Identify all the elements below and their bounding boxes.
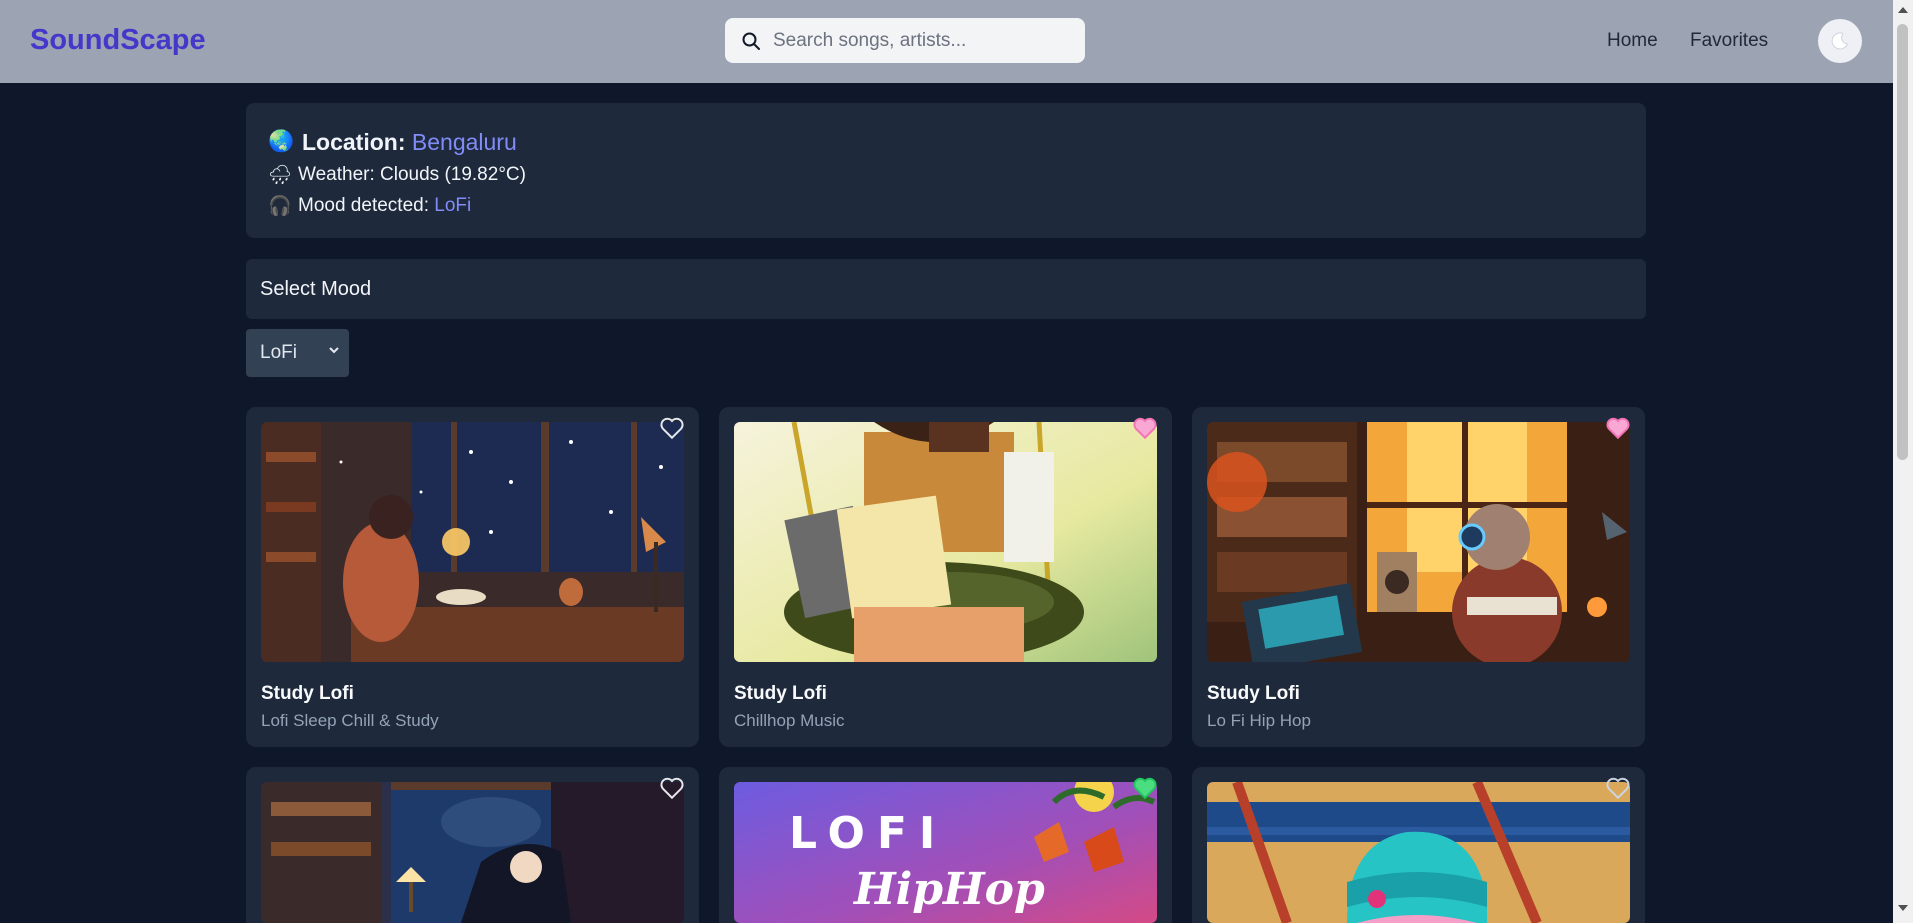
album-art-lofi-hiphop[interactable]: LOFI HipHop bbox=[734, 782, 1157, 923]
mood-dropdown-value: LoFi bbox=[260, 342, 297, 363]
location-value: Bengaluru bbox=[411, 128, 517, 155]
song-title: Study Lofi bbox=[261, 683, 354, 704]
search-icon bbox=[742, 32, 760, 50]
mood-line: 🎧 Mood detected: LoFi bbox=[268, 190, 1624, 221]
weather-text: Weather: Clouds (19.82°C) bbox=[298, 163, 526, 185]
album-art-night-study[interactable] bbox=[261, 782, 684, 923]
location-label: Location: bbox=[302, 128, 406, 155]
scroll-thumb[interactable] bbox=[1897, 24, 1908, 460]
favorite-heart-icon[interactable] bbox=[1605, 416, 1631, 440]
globe-icon: 🌏 bbox=[268, 130, 295, 153]
song-artist: Lofi Sleep Chill & Study bbox=[261, 711, 439, 730]
song-card[interactable]: LOFI HipHop bbox=[719, 767, 1172, 923]
mood-label: Mood detected: bbox=[298, 194, 429, 216]
select-mood-heading: Select Mood bbox=[246, 259, 1646, 319]
song-card[interactable] bbox=[246, 767, 699, 923]
mood-dropdown[interactable]: LoFi bbox=[246, 329, 349, 377]
nav-home-link[interactable]: Home bbox=[1607, 30, 1658, 52]
scroll-down-arrow[interactable] bbox=[1898, 905, 1908, 911]
weather-line: 🌧 Weather: Clouds (19.82°C) bbox=[268, 159, 1624, 190]
song-artist: Chillhop Music bbox=[734, 711, 845, 730]
album-art-beanie-swing[interactable] bbox=[1207, 782, 1630, 923]
song-title: Study Lofi bbox=[734, 683, 827, 704]
theme-toggle-button[interactable] bbox=[1818, 19, 1862, 63]
mood-value: LoFi bbox=[434, 194, 472, 216]
song-card[interactable]: Study Lofi Chillhop Music bbox=[719, 407, 1172, 747]
song-card[interactable] bbox=[1192, 767, 1645, 923]
album-art-autumn-headphones[interactable] bbox=[1207, 422, 1630, 662]
search-box[interactable] bbox=[725, 18, 1085, 63]
scroll-up-arrow[interactable] bbox=[1898, 7, 1908, 13]
favorite-heart-icon[interactable] bbox=[1132, 776, 1158, 800]
headphones-icon: 🎧 bbox=[268, 195, 292, 217]
album-art-text-lofi: LOFI bbox=[789, 808, 948, 859]
song-title: Study Lofi bbox=[1207, 683, 1300, 704]
context-info-card: 🌏 Location: Bengaluru 🌧 Weather: Clouds … bbox=[246, 103, 1646, 238]
chevron-down-icon bbox=[329, 347, 339, 354]
album-art-text-hiphop: HipHop bbox=[854, 864, 1045, 915]
album-art-study-night[interactable] bbox=[261, 422, 684, 662]
brand-logo[interactable]: SoundScape bbox=[30, 24, 206, 57]
moon-icon bbox=[1831, 32, 1849, 50]
favorite-heart-icon[interactable] bbox=[659, 416, 685, 440]
search-input[interactable] bbox=[773, 29, 1073, 52]
favorite-heart-icon[interactable] bbox=[1132, 416, 1158, 440]
favorite-heart-icon[interactable] bbox=[659, 776, 685, 800]
location-line: 🌏 Location: Bengaluru bbox=[268, 125, 1624, 159]
top-navbar: SoundScape Home Favorites bbox=[0, 0, 1893, 83]
song-artist: Lo Fi Hip Hop bbox=[1207, 711, 1311, 730]
album-art-swing-reader[interactable] bbox=[734, 422, 1157, 662]
weather-cloud-icon: 🌧 bbox=[268, 164, 293, 186]
favorite-heart-icon[interactable] bbox=[1605, 776, 1631, 800]
song-card[interactable]: Study Lofi Lofi Sleep Chill & Study bbox=[246, 407, 699, 747]
nav-favorites-link[interactable]: Favorites bbox=[1690, 30, 1768, 52]
song-card[interactable]: Study Lofi Lo Fi Hip Hop bbox=[1192, 407, 1645, 747]
